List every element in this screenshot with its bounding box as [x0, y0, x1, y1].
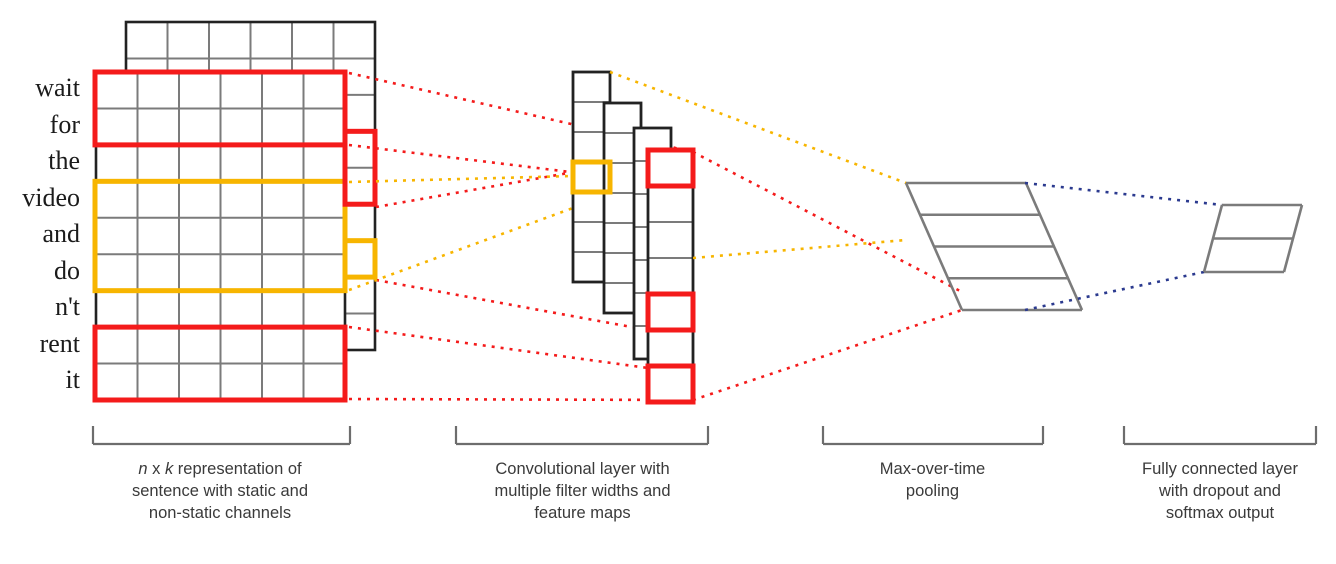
caption-fc-line2: with dropout and [1158, 482, 1281, 500]
caption-fc-line3: softmax output [1165, 504, 1275, 522]
connector-red-pool-2 [692, 308, 963, 402]
section-brackets [91, 426, 1318, 446]
caption-pooling-layer: Max-over-time pooling [815, 458, 1050, 502]
figure-canvas: wait for the video and do n't rent it n x k repr… [0, 0, 1336, 564]
italic-k: k [164, 460, 174, 478]
bracket-input [91, 426, 352, 446]
back-highlight-yellow [342, 238, 378, 280]
sentence-word-6: do [54, 255, 80, 285]
caption-pool-line1: Max-over-time [879, 460, 986, 478]
caption-input-line2: sentence with static and [131, 482, 309, 500]
caption-pool-line2: pooling [905, 482, 960, 500]
input-sentence-matrix [92, 20, 378, 403]
caption-input-layer: n x k representation of sentence with st… [85, 458, 355, 524]
caption-conv-line1: Convolutional layer with [495, 460, 670, 478]
sentence-word-2: for [49, 109, 80, 139]
caption-conv-line2: multiple filter widths and [494, 482, 671, 500]
connector-yellow-2 [348, 206, 574, 292]
caption-input-line3: non-static channels [148, 504, 292, 522]
caption-conv-line3: feature maps [534, 504, 631, 522]
italic-n: n [138, 460, 148, 478]
sentence-word-labels: wait for the video and do n't rent it [0, 70, 88, 399]
connector-yellow-pool-2 [692, 238, 907, 260]
bracket-conv [454, 426, 710, 446]
sentence-word-7: n't [55, 292, 80, 321]
sentence-word-3: the [48, 146, 80, 175]
caption-fc-layer: Fully connected layer with dropout and s… [1115, 458, 1325, 524]
sentence-word-4: video [22, 182, 80, 212]
max-pooling-layer-shape [904, 181, 1084, 312]
fully-connected-layer-shape [1202, 203, 1304, 274]
convolution-feature-maps [570, 70, 696, 405]
sentence-word-1: wait [35, 73, 80, 102]
caption-input-mid: x [147, 460, 165, 478]
bracket-pool [821, 426, 1045, 446]
caption-conv-layer: Convolutional layer with multiple filter… [450, 458, 715, 524]
caption-fc-line1: Fully connected layer [1142, 460, 1298, 478]
sentence-word-5: and [42, 219, 80, 248]
bracket-fc [1122, 426, 1318, 446]
sentence-word-8: rent [39, 328, 80, 358]
connector-red-pool-1 [692, 150, 963, 294]
connector-red-6 [348, 397, 694, 402]
caption-input-line1-post: representation of [173, 460, 302, 478]
connector-navy-fc-1 [1024, 181, 1223, 207]
connector-yellow-1 [348, 174, 574, 184]
sentence-word-9: it [65, 365, 80, 394]
connector-red-5 [348, 325, 649, 370]
